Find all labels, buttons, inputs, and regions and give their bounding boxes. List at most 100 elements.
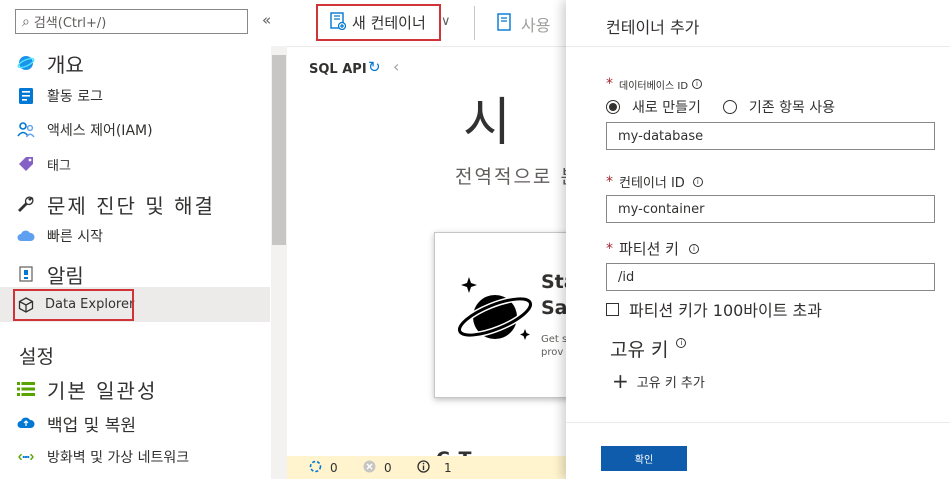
status-count: 1 [444,461,452,475]
add-unique-key-button[interactable]: + 고유 키 추가 [612,371,705,391]
panel-header-divider [566,46,950,47]
welcome-subtitle: 전역적으로 분 [455,166,580,188]
sidebar-item-backup-restore[interactable]: 백업 및 복원 [0,412,270,436]
radio-new-database[interactable] [606,100,620,114]
resource-menu: ⌕ 검색(Ctrl+/) « 개요 활동 로그 액세스 제어(IAM) 태그 문… [0,0,287,479]
status-count: 0 [384,461,392,475]
sidebar-item-firewall[interactable]: 방화벽 및 가상 네트워크 [0,447,270,467]
usage-button[interactable]: 사용 [497,12,550,36]
large-partition-label: 파티션 키가 100바이트 초과 [629,301,822,320]
sidebar-item-activity-log[interactable]: 활동 로그 [0,86,270,106]
new-container-icon [330,11,347,34]
sidebar-item-tags[interactable]: 태그 [0,154,270,174]
highlight-box [13,289,134,321]
start-sample-card[interactable]: Sta Sar Get s prov [434,232,584,398]
label-text: 파티션 키 [619,240,679,258]
error-icon [363,460,376,476]
card-desc-line2: prov [541,347,564,358]
backup-cloud-icon [17,414,35,432]
sidebar-item-alerts[interactable]: 알림 [0,262,270,288]
new-container-label: 새 컨테이너 [352,14,426,32]
search-icon: ⌕ [22,13,30,30]
label-text: 데이터베이스 ID [619,80,689,92]
large-partition-checkbox[interactable] [606,302,619,316]
users-icon [17,121,35,139]
welcome-title: 시 [463,93,553,153]
notebook-icon [497,13,511,35]
add-container-panel: 컨테이너 추가 * 데이터베이스 ID i 새로 만들기 기존 항목 사용 my… [566,0,950,479]
ok-button[interactable]: 확인 [601,446,687,471]
sidebar-scrollbar[interactable] [271,46,287,479]
unique-keys-label: 고유 키 i [610,335,687,362]
required-asterisk: * [606,240,613,257]
status-in-progress[interactable]: 0 [309,460,338,476]
sidebar-item-label: 빠른 시작 [47,229,103,245]
chevron-left-icon[interactable]: ‹ [393,57,399,76]
container-id-input[interactable]: my-container [606,195,935,223]
sidebar-item-label: 액세스 제어(IAM) [47,123,153,139]
scrollbar-thumb[interactable] [272,55,286,245]
large-partition-key-option[interactable]: 파티션 키가 100바이트 초과 [606,297,822,321]
network-icon [17,448,35,466]
label-text: 컨테이너 ID [619,176,685,191]
tag-icon [17,155,35,173]
chevron-down-icon[interactable]: ∨ [441,14,451,29]
sidebar-item-label: 태그 [47,158,71,174]
info-icon [417,460,430,476]
toolbar-divider [474,6,475,40]
info-icon[interactable]: i [676,338,687,348]
info-icon[interactable]: i [692,176,703,187]
section-heading-settings: 설정 [19,346,54,368]
usage-label: 사용 [521,16,551,35]
new-container-button[interactable]: 새 컨테이너 [316,4,441,41]
radio-existing-database[interactable] [722,100,737,114]
sidebar-item-label: 백업 및 복원 [47,415,137,436]
sidebar-item-label: 활동 로그 [47,89,103,105]
radio-new-label: 새로 만들기 [632,100,701,116]
sidebar-item-overview[interactable]: 개요 [0,52,270,77]
status-info[interactable]: 1 [417,460,452,476]
sidebar-item-access-control[interactable]: 액세스 제어(IAM) [0,120,270,140]
sidebar-item-label: 개요 [47,52,84,77]
database-id-input[interactable]: my-database [606,122,935,150]
sidebar-item-label: 방화벽 및 가상 네트워크 [47,450,190,466]
info-icon[interactable]: i [692,79,703,89]
panel-title: 컨테이너 추가 [606,18,700,37]
notification-status-bar[interactable]: 0 0 1 [287,456,572,479]
search-placeholder: 검색(Ctrl+/) [33,16,107,31]
collapse-menu-button[interactable]: « [262,11,271,29]
alert-icon [17,265,35,283]
planet-icon [449,277,535,351]
refresh-icon[interactable]: ↻ [368,58,381,76]
status-errors[interactable]: 0 [363,460,392,476]
consistency-icon [17,380,35,398]
required-asterisk: * [606,173,613,190]
database-mode-radio-group: 새로 만들기 기존 항목 사용 [606,97,835,117]
sidebar-item-label: 문제 진단 및 해결 [47,193,215,218]
spinner-icon [309,460,322,476]
label-text: 고유 키 [610,339,669,361]
partition-key-input[interactable]: /id [606,263,935,291]
sidebar-item-label: 알림 [47,263,84,288]
status-count: 0 [330,461,338,475]
cosmos-db-icon [17,54,35,72]
info-icon[interactable]: i [688,243,699,254]
radio-existing-label: 기존 항목 사용 [748,100,836,116]
activity-log-icon [17,87,35,105]
cloud-icon [17,227,35,245]
container-id-label: * 컨테이너 ID i [606,172,703,191]
card-desc-line1: Get s [541,334,568,345]
sidebar-item-label: 기본 일관성 [47,378,158,403]
toolbar-separator [287,46,572,47]
panel-footer-divider [566,422,950,423]
wrench-icon [17,195,35,213]
sidebar-item-diagnose[interactable]: 문제 진단 및 해결 [0,192,270,218]
database-id-label: * 데이터베이스 ID i [606,76,703,92]
add-unique-key-label: 고유 키 추가 [636,375,705,391]
partition-key-label: * 파티션 키 i [606,238,699,259]
search-input[interactable]: ⌕ 검색(Ctrl+/) [15,9,248,34]
sidebar-item-consistency[interactable]: 기본 일관성 [0,377,270,403]
required-asterisk: * [606,76,613,92]
api-label: SQL API [309,62,367,77]
sidebar-item-quickstart[interactable]: 빠른 시작 [0,226,270,246]
